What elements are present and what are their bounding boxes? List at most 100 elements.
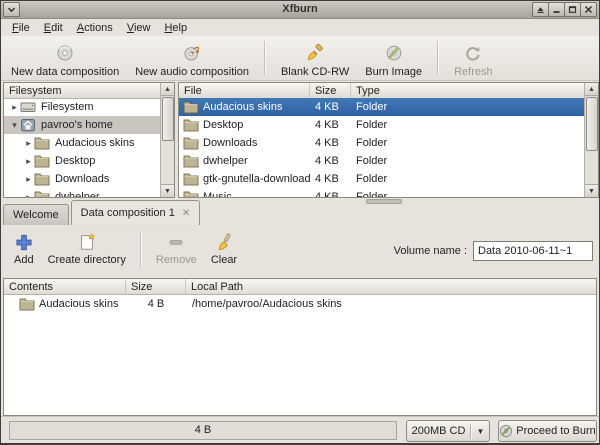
scrollbar-thumb[interactable] bbox=[162, 97, 174, 141]
create-directory-button[interactable]: Create directory bbox=[41, 230, 133, 267]
blank-cdrw-button[interactable]: Blank CD-RW bbox=[273, 39, 357, 80]
add-button[interactable]: Add bbox=[7, 230, 41, 267]
tree-item-pavroos-home[interactable]: ▾ pavroo's home bbox=[4, 116, 161, 134]
clear-broom-icon bbox=[215, 231, 233, 253]
refresh-button[interactable]: Refresh bbox=[446, 39, 501, 80]
add-plus-icon bbox=[15, 231, 33, 253]
tree-item-dwhelper[interactable]: ▸ dwhelper bbox=[4, 188, 161, 198]
volume-name-group: Volume name : bbox=[394, 241, 593, 261]
clear-button[interactable]: Clear bbox=[204, 230, 244, 267]
burn-disc-icon bbox=[385, 41, 403, 65]
shade-button[interactable] bbox=[532, 2, 549, 17]
toolbar-separator bbox=[437, 41, 439, 75]
folder-icon bbox=[183, 100, 199, 114]
new-folder-icon bbox=[78, 231, 96, 253]
menu-actions[interactable]: Actions bbox=[70, 21, 120, 35]
expander-icon[interactable]: ▸ bbox=[23, 174, 34, 185]
composition-size-indicator: 4 B bbox=[9, 421, 397, 440]
expander-icon[interactable]: ▾ bbox=[9, 120, 20, 131]
scroll-down-arrow[interactable]: ▼ bbox=[161, 184, 174, 197]
scroll-up-arrow[interactable]: ▲ bbox=[585, 83, 598, 96]
contents-row-audacious-skins[interactable]: Audacious skins 4 B /home/pavroo/Audacio… bbox=[4, 295, 596, 312]
tree-item-filesystem[interactable]: ▸ Filesystem bbox=[4, 98, 161, 116]
scrollbar-thumb[interactable] bbox=[586, 97, 598, 151]
column-header-contents[interactable]: Contents bbox=[4, 279, 126, 294]
file-row-dwhelper[interactable]: dwhelper 4 KB Folder bbox=[179, 152, 585, 170]
window-title: Xfburn bbox=[1, 3, 599, 15]
file-row-music[interactable]: Music 4 KB Folder bbox=[179, 188, 585, 198]
burn-disc-small-icon bbox=[499, 424, 513, 438]
close-icon bbox=[584, 5, 593, 14]
folder-icon bbox=[19, 297, 35, 311]
new-audio-composition-button[interactable]: New audio composition bbox=[127, 39, 257, 80]
expander-icon[interactable]: ▸ bbox=[23, 138, 34, 149]
menu-help[interactable]: Help bbox=[157, 21, 194, 35]
refresh-icon bbox=[464, 41, 482, 65]
folder-icon bbox=[183, 154, 199, 168]
filesystem-column-header[interactable]: Filesystem bbox=[4, 83, 161, 99]
tab-data-composition-1[interactable]: Data composition 1 ✕ bbox=[71, 200, 201, 225]
file-row-gtk-gnutella-downloads[interactable]: gtk-gnutella-downloads 4 KB Folder bbox=[179, 170, 585, 188]
audio-disc-icon bbox=[183, 41, 201, 65]
column-header-local-path[interactable]: Local Path bbox=[186, 279, 596, 294]
folder-icon bbox=[34, 154, 52, 168]
close-button[interactable] bbox=[580, 2, 597, 17]
drive-icon bbox=[20, 99, 38, 115]
tree-item-desktop[interactable]: ▸ Desktop bbox=[4, 152, 161, 170]
expander-icon[interactable]: ▸ bbox=[9, 102, 20, 113]
folder-icon bbox=[183, 118, 199, 132]
new-data-composition-button[interactable]: New data composition bbox=[3, 39, 127, 80]
menubar: File Edit Actions View Help bbox=[1, 19, 600, 36]
xfburn-window: Xfburn File Edit Actions View Help New d… bbox=[0, 0, 600, 445]
filesystem-panel: Filesystem ▸ Filesystem ▾ pavroo's home bbox=[3, 82, 175, 198]
composition-toolbar: Add Create directory Remove Clear Volume… bbox=[1, 225, 599, 278]
notebook-tabbar: Welcome Data composition 1 ✕ bbox=[1, 198, 599, 225]
disc-size-select[interactable]: 200MB CD ▼ bbox=[406, 420, 490, 442]
minimize-button[interactable] bbox=[548, 2, 565, 17]
main-toolbar: New data composition New audio compositi… bbox=[1, 36, 599, 81]
browser-paned: Filesystem ▸ Filesystem ▾ pavroo's home bbox=[1, 82, 599, 198]
toolbar-separator bbox=[264, 41, 266, 75]
shade-icon bbox=[536, 5, 545, 14]
column-header-file[interactable]: File bbox=[179, 83, 310, 98]
folder-icon bbox=[34, 190, 52, 198]
menu-view[interactable]: View bbox=[120, 21, 158, 35]
contents-header: Contents Size Local Path bbox=[4, 279, 596, 295]
volume-name-input[interactable] bbox=[473, 241, 593, 261]
file-list-header: File Size Type bbox=[179, 83, 585, 99]
column-header-type[interactable]: Type bbox=[351, 83, 585, 98]
minimize-icon bbox=[552, 5, 561, 14]
titlebar[interactable]: Xfburn bbox=[1, 1, 599, 19]
tree-item-audacious-skins[interactable]: ▸ Audacious skins bbox=[4, 134, 161, 152]
file-row-downloads[interactable]: Downloads 4 KB Folder bbox=[179, 134, 585, 152]
column-header-size[interactable]: Size bbox=[310, 83, 351, 98]
maximize-icon bbox=[568, 5, 577, 14]
home-icon bbox=[20, 117, 38, 133]
data-disc-icon bbox=[56, 41, 74, 65]
composition-contents-panel: Contents Size Local Path Audacious skins… bbox=[3, 278, 597, 416]
file-browser-panel: File Size Type Audacious skins 4 KB Fold… bbox=[178, 82, 599, 198]
scroll-up-arrow[interactable]: ▲ bbox=[161, 83, 174, 96]
burn-image-button[interactable]: Burn Image bbox=[357, 39, 430, 80]
file-list: Audacious skins 4 KB Folder Desktop 4 KB… bbox=[179, 98, 585, 198]
file-row-desktop[interactable]: Desktop 4 KB Folder bbox=[179, 116, 585, 134]
column-header-size[interactable]: Size bbox=[126, 279, 186, 294]
maximize-button[interactable] bbox=[564, 2, 581, 17]
combo-arrow-icon: ▼ bbox=[472, 427, 489, 436]
statusbar: 4 B 200MB CD ▼ Proceed to Burn bbox=[1, 416, 599, 444]
folder-icon bbox=[183, 172, 199, 186]
proceed-to-burn-button[interactable]: Proceed to Burn bbox=[498, 420, 597, 442]
scroll-down-arrow[interactable]: ▼ bbox=[585, 184, 598, 197]
file-row-audacious-skins[interactable]: Audacious skins 4 KB Folder bbox=[179, 98, 585, 116]
remove-button[interactable]: Remove bbox=[149, 230, 204, 267]
tab-close-icon[interactable]: ✕ bbox=[182, 208, 190, 219]
eraser-brush-icon bbox=[306, 41, 324, 65]
tab-welcome[interactable]: Welcome bbox=[3, 204, 69, 225]
expander-icon[interactable]: ▸ bbox=[23, 156, 34, 167]
menu-file[interactable]: File bbox=[5, 21, 37, 35]
tree-item-downloads[interactable]: ▸ Downloads bbox=[4, 170, 161, 188]
menu-edit[interactable]: Edit bbox=[37, 21, 70, 35]
folder-icon bbox=[183, 190, 199, 198]
file-list-scrollbar[interactable]: ▲ ▼ bbox=[584, 83, 598, 197]
tree-scrollbar[interactable]: ▲ ▼ bbox=[160, 83, 174, 197]
